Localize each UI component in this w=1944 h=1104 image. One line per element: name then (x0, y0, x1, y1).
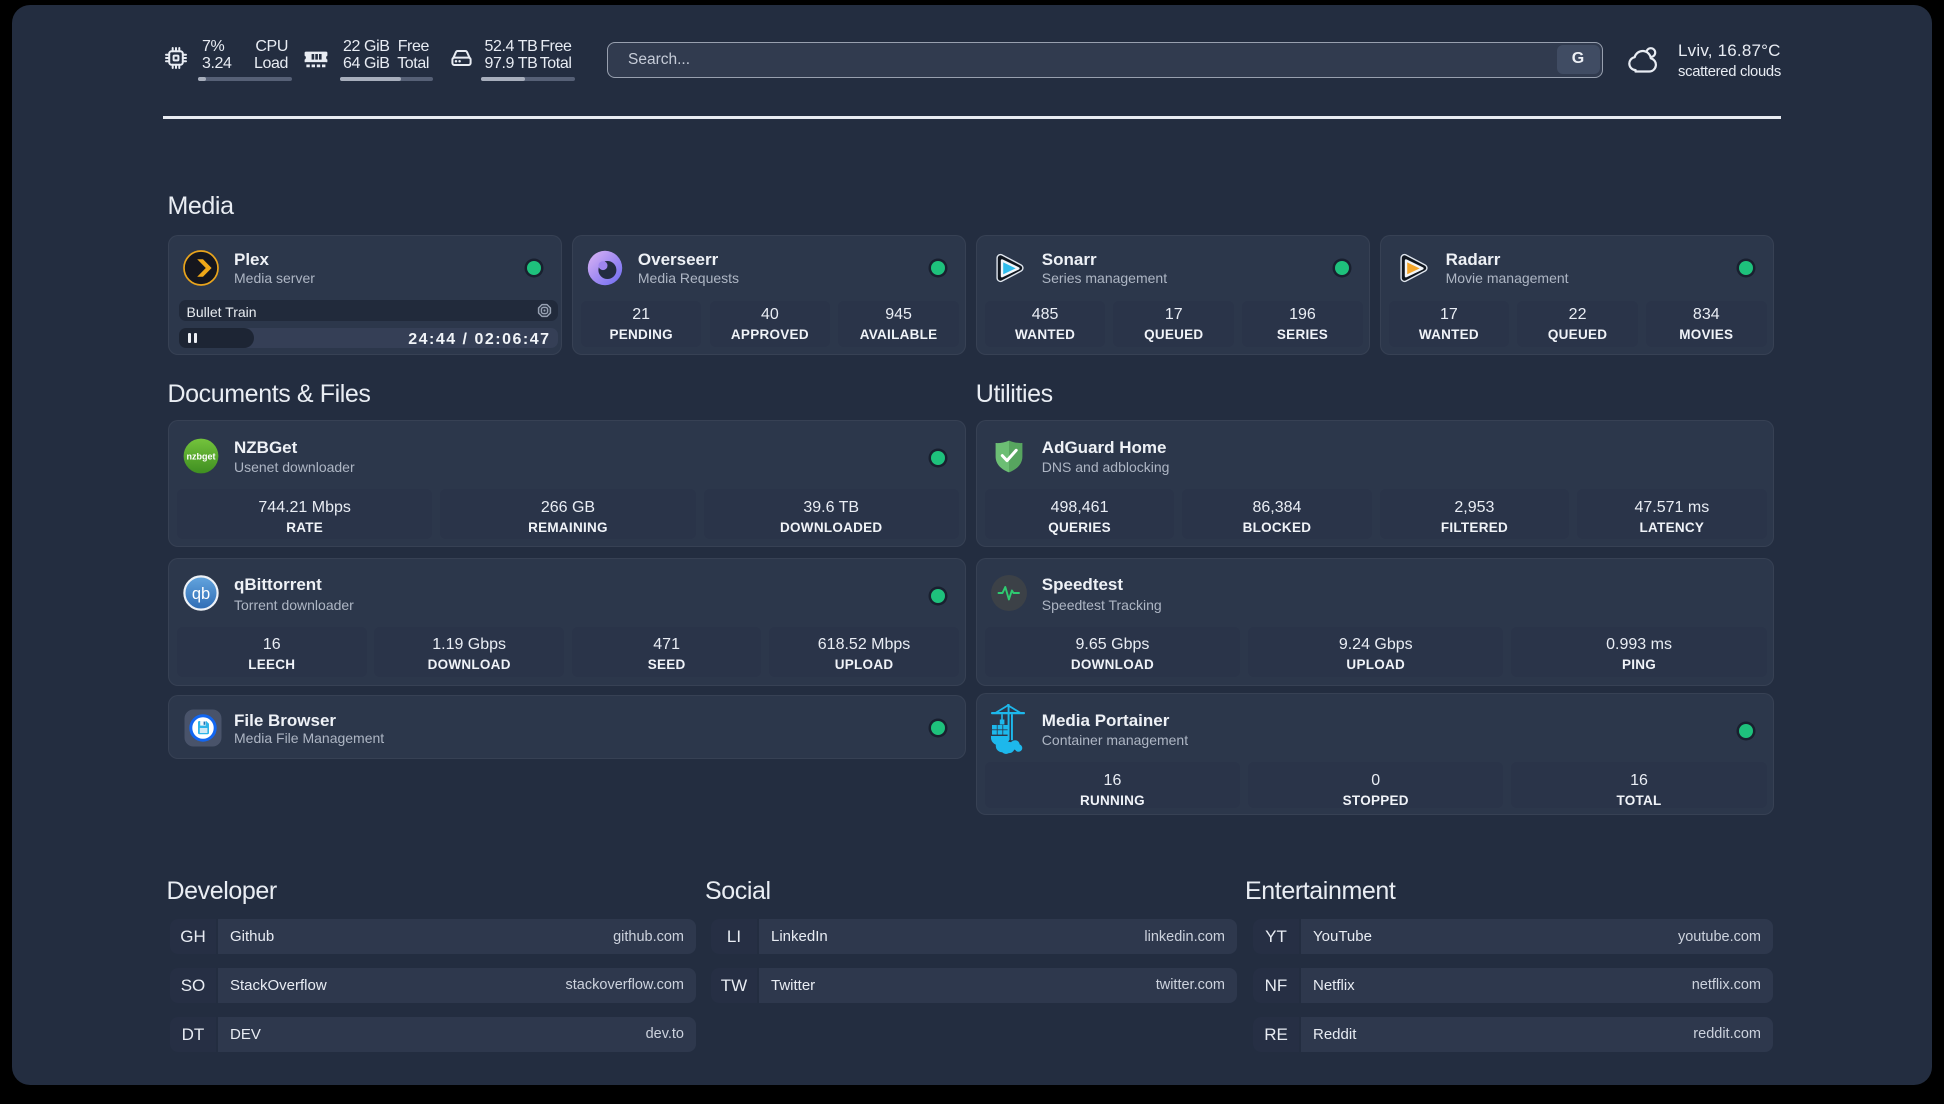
svg-text:nzbget: nzbget (187, 451, 216, 461)
svg-text:qb: qb (192, 585, 210, 603)
